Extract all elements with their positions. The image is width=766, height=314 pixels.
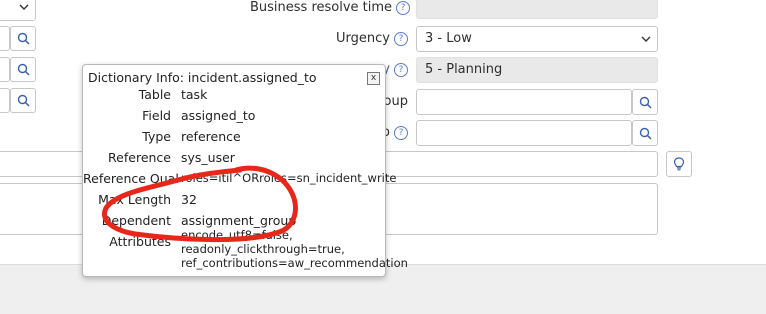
dictionary-row-field: Field assigned_to bbox=[83, 108, 387, 128]
search-icon bbox=[17, 63, 30, 76]
dictionary-key: Reference bbox=[108, 150, 171, 165]
dictionary-row-type: Type reference bbox=[83, 129, 387, 149]
business-resolve-time-label: Business resolve time? bbox=[250, 0, 411, 16]
help-icon[interactable]: ? bbox=[394, 32, 408, 46]
dictionary-key: Field bbox=[142, 108, 171, 123]
left-lookup-button-2[interactable] bbox=[10, 57, 36, 82]
urgency-select[interactable]: 3 - Low bbox=[416, 26, 658, 52]
chevron-down-icon bbox=[19, 1, 29, 16]
attribute-line: ref_contributions=aw_recommendation bbox=[181, 256, 408, 270]
business-resolve-time-field bbox=[416, 0, 658, 19]
dictionary-row-table: Table task bbox=[83, 87, 387, 107]
search-icon bbox=[17, 32, 30, 45]
dictionary-value: assignment_group bbox=[181, 213, 297, 228]
dictionary-value: encode_utf8=false, readonly_clickthrough… bbox=[181, 228, 408, 270]
dictionary-value: sys_user bbox=[181, 150, 235, 165]
search-icon bbox=[17, 94, 30, 107]
assignment-group-lookup-button[interactable] bbox=[632, 89, 658, 115]
left-reference-input-1[interactable] bbox=[0, 26, 10, 51]
dictionary-row-reference-qual: Reference Qual roles=itil^ORroles=sn_inc… bbox=[83, 171, 396, 191]
assigned-to-input[interactable] bbox=[416, 120, 632, 146]
dictionary-value: assigned_to bbox=[181, 108, 256, 123]
left-select-partial[interactable] bbox=[0, 0, 36, 21]
left-lookup-button-1[interactable] bbox=[10, 26, 36, 51]
help-icon[interactable]: ? bbox=[396, 1, 411, 15]
dictionary-row-reference: Reference sys_user bbox=[83, 150, 387, 170]
help-icon[interactable]: ? bbox=[394, 126, 408, 140]
search-icon bbox=[639, 96, 652, 109]
priority-value: 5 - Planning bbox=[425, 62, 503, 77]
dictionary-key: Type bbox=[142, 129, 171, 144]
close-icon[interactable]: x bbox=[367, 72, 380, 85]
dictionary-value: 32 bbox=[181, 192, 197, 207]
assignment-group-input[interactable] bbox=[416, 89, 632, 115]
dictionary-value: roles=itil^ORroles=sn_incident_write bbox=[181, 171, 397, 185]
search-icon bbox=[639, 127, 652, 140]
suggestion-button[interactable] bbox=[666, 151, 692, 177]
dictionary-value: task bbox=[181, 87, 208, 102]
dictionary-key: Reference Qual bbox=[83, 171, 179, 186]
left-reference-input-3[interactable] bbox=[0, 88, 10, 113]
dictionary-row-max-length: Max Length 32 bbox=[83, 192, 387, 212]
priority-field: 5 - Planning bbox=[416, 57, 658, 83]
attribute-line: encode_utf8=false, bbox=[181, 228, 293, 242]
left-lookup-button-3[interactable] bbox=[10, 88, 36, 113]
popup-title: Dictionary Info: incident.assigned_to bbox=[88, 70, 317, 85]
dictionary-key: Dependent bbox=[101, 213, 171, 228]
left-reference-input-2[interactable] bbox=[0, 57, 10, 82]
dictionary-key: Attributes bbox=[109, 234, 171, 249]
urgency-label: Urgency? bbox=[250, 31, 408, 47]
help-icon[interactable]: ? bbox=[394, 63, 408, 77]
dictionary-row-attributes: Attributes encode_utf8=false, readonly_c… bbox=[83, 228, 408, 276]
lightbulb-icon bbox=[673, 157, 685, 171]
dictionary-key: Max Length bbox=[98, 192, 171, 207]
dictionary-value: reference bbox=[181, 129, 241, 144]
attribute-line: readonly_clickthrough=true, bbox=[181, 242, 345, 256]
dictionary-info-popup: Dictionary Info: incident.assigned_to x … bbox=[82, 64, 408, 277]
urgency-select-value: 3 - Low bbox=[425, 31, 472, 46]
dictionary-key: Table bbox=[138, 87, 171, 102]
assigned-to-lookup-button[interactable] bbox=[632, 120, 658, 146]
chevron-down-icon bbox=[641, 33, 651, 48]
